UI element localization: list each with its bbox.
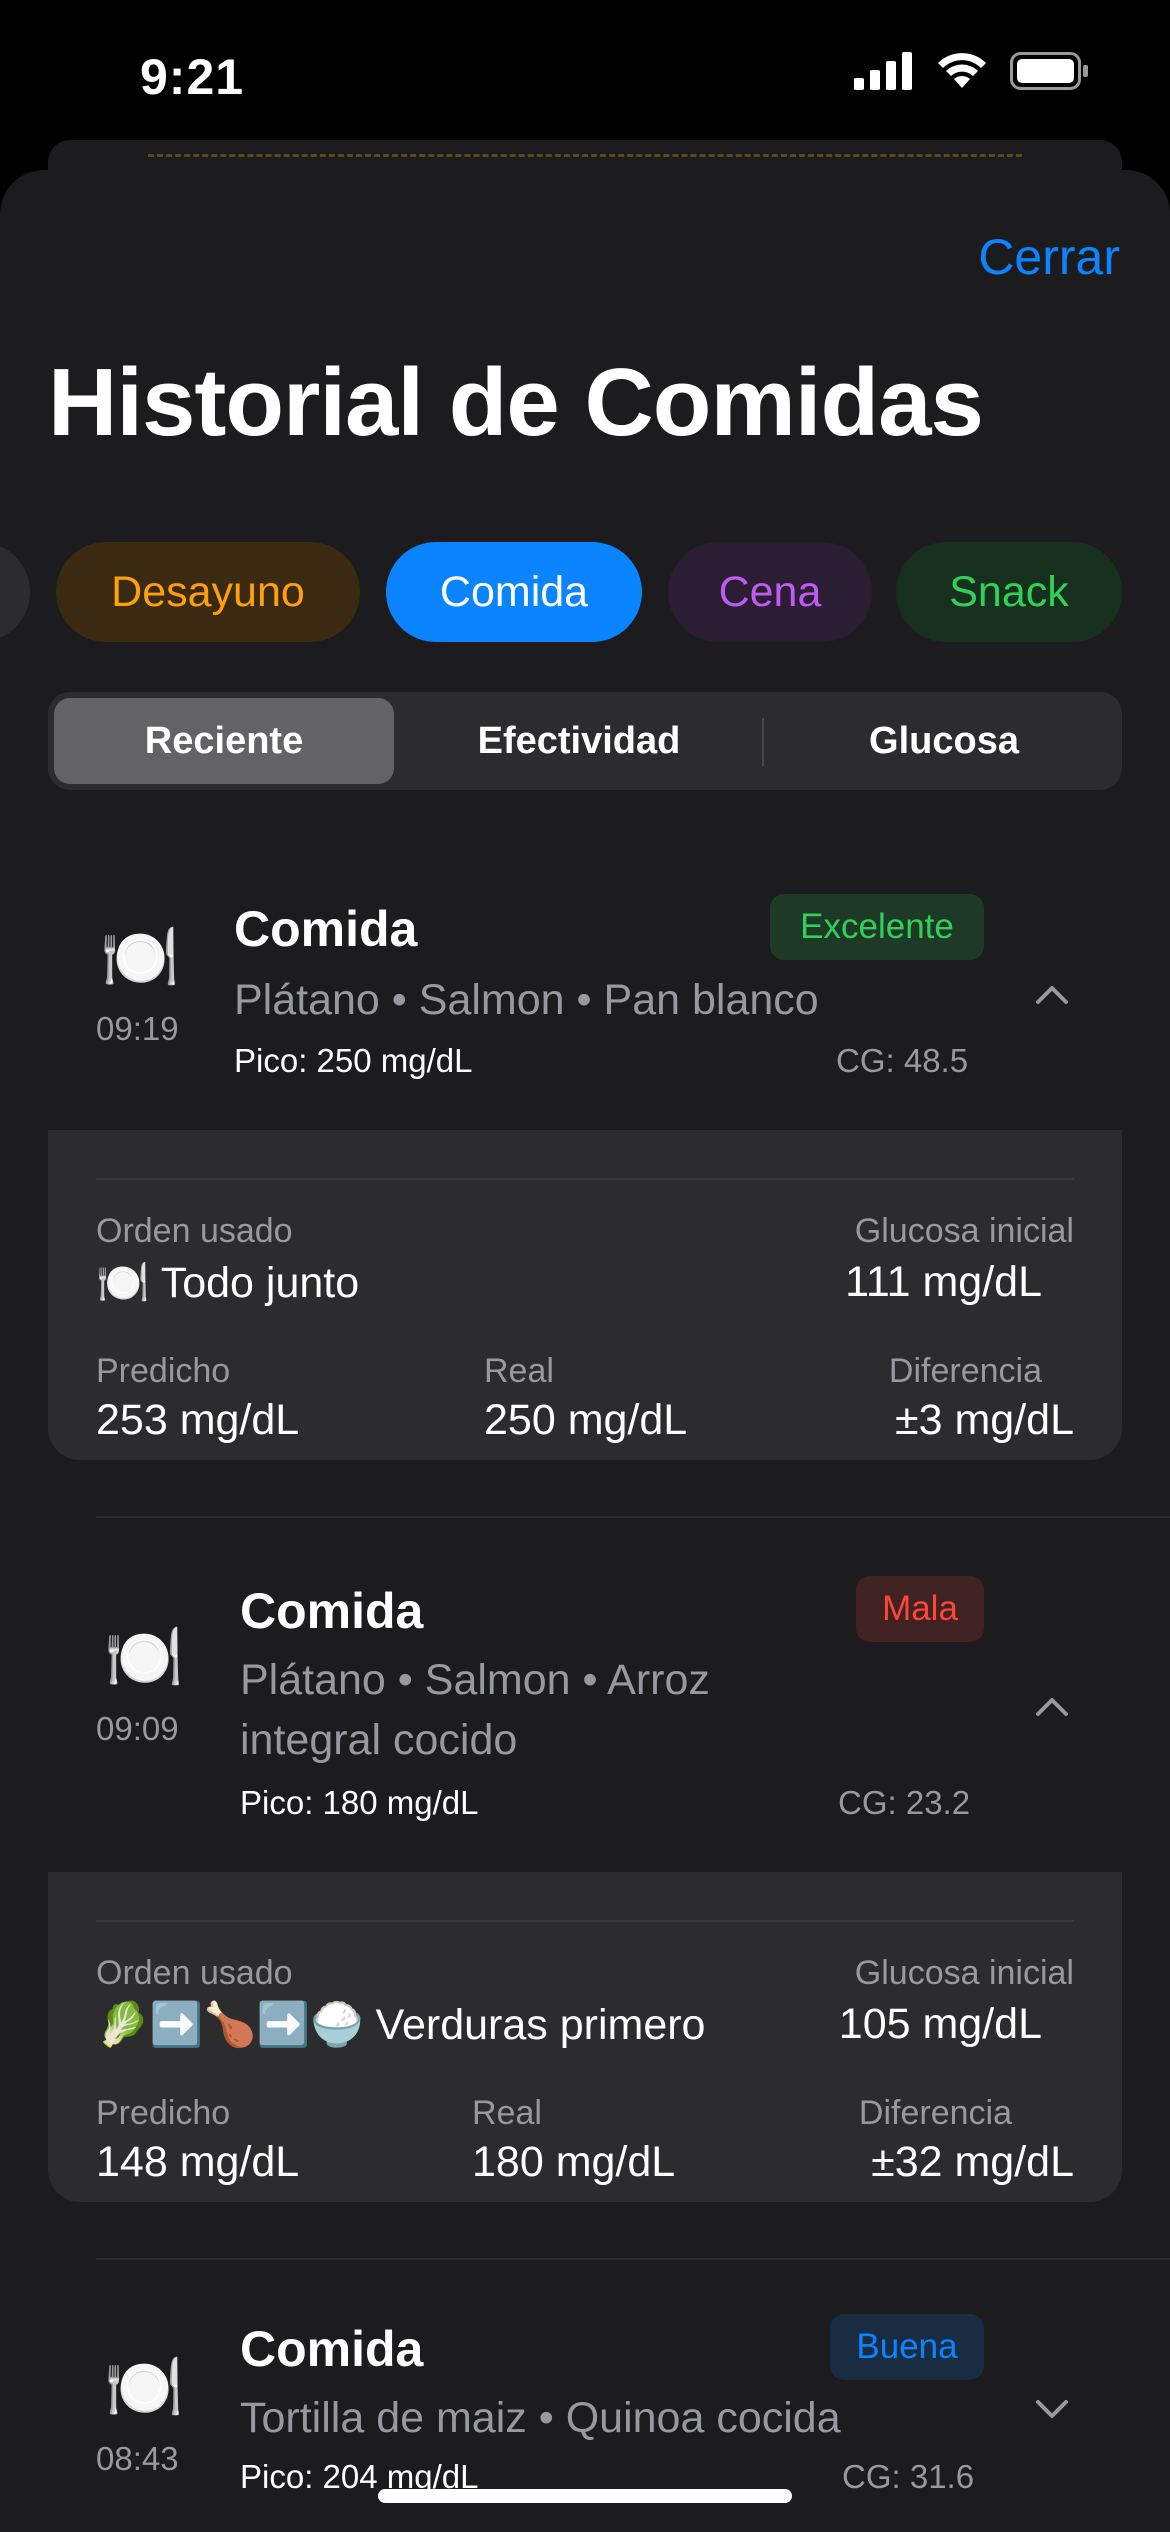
difference-value: ±3 mg/dL — [895, 1396, 1074, 1444]
chevron-up-icon[interactable] — [1032, 974, 1072, 1014]
order-label: Orden usado — [96, 1954, 293, 1992]
predicted-label: Predicho — [96, 2094, 231, 2132]
order-icons: 🥬➡️🍗➡️🍚 — [96, 2001, 364, 2049]
initial-glucose-value: 111 mg/dL — [845, 1258, 1042, 1306]
fork-knife-plate-icon: 🍽️ — [104, 2351, 184, 2423]
meal-row[interactable]: 🍽️ 09:09 Comida Mala Plátano • Salmon • … — [48, 1550, 1122, 1850]
category-pill-partial[interactable] — [0, 542, 30, 642]
real-label: Real — [472, 2094, 542, 2132]
category-pill-snack[interactable]: Snack — [896, 542, 1122, 642]
category-filter-bar: Desayuno Comida Cena Snack — [0, 542, 1170, 646]
divider — [96, 1178, 1074, 1180]
order-value: 🍽️ Todo junto — [96, 1258, 359, 1308]
segment-glucosa[interactable]: Glucosa — [772, 698, 1116, 784]
meal-foods: Plátano • Salmon • Arroz integral cocido — [240, 1650, 710, 1770]
meal-foods-line: integral cocido — [240, 1716, 518, 1764]
predicted-label: Predicho — [96, 1352, 231, 1390]
meal-glycemic-load: CG: 31.6 — [842, 2458, 975, 2495]
predicted-value: 148 mg/dL — [96, 2138, 300, 2186]
meal-peak: Pico: 250 mg/dL — [234, 1042, 473, 1079]
meal-detail-panel: Orden usado 🍽️ Todo junto Glucosa inicia… — [48, 1130, 1122, 1460]
row-divider — [96, 1516, 1170, 1518]
fork-knife-plate-icon: 🍽️ — [100, 921, 180, 993]
meal-glycemic-load: CG: 48.5 — [836, 1042, 969, 1079]
status-time: 9:21 — [140, 49, 245, 105]
difference-value: ±32 mg/dL — [871, 2138, 1074, 2186]
row-divider — [96, 2258, 1170, 2260]
meal-time: 08:43 — [96, 2440, 179, 2477]
category-pill-desayuno[interactable]: Desayuno — [56, 542, 360, 642]
meal-glycemic-load: CG: 23.2 — [838, 1784, 971, 1821]
home-indicator[interactable] — [378, 2489, 792, 2503]
page-title: Historial de Comidas — [48, 349, 984, 456]
meal-foods-line: Plátano • Salmon • Arroz — [240, 1656, 710, 1704]
status-bar: 9:21 — [0, 0, 1170, 150]
segment-efectividad[interactable]: Efectividad — [404, 698, 754, 784]
difference-label: Diferencia — [858, 2094, 1012, 2132]
real-label: Real — [484, 1352, 554, 1390]
meal-history-sheet: Cerrar Historial de Comidas Desayuno Com… — [0, 170, 1170, 2532]
initial-glucose-label: Glucosa inicial — [854, 1954, 1074, 1992]
meal-row[interactable]: 🍽️ 09:19 Comida Excelente Plátano • Salm… — [48, 870, 1122, 1100]
predicted-value: 253 mg/dL — [96, 1396, 300, 1444]
segment-reciente[interactable]: Reciente — [54, 698, 394, 784]
order-value: 🥬➡️🍗➡️🍚 Verduras primero — [96, 2000, 705, 2050]
cellular-signal-icon — [854, 52, 912, 90]
status-badge: Buena — [830, 2314, 984, 2380]
meal-name: Comida — [240, 2321, 424, 2377]
real-value: 180 mg/dL — [472, 2138, 676, 2186]
difference-label: Diferencia — [888, 1352, 1042, 1390]
category-pill-comida[interactable]: Comida — [386, 542, 642, 642]
status-badge: Excelente — [770, 894, 984, 960]
meal-time: 09:19 — [96, 1010, 179, 1047]
meal-foods: Tortilla de maiz • Quinoa cocida — [240, 2394, 841, 2442]
wifi-icon — [938, 53, 986, 88]
divider — [96, 1920, 1074, 1922]
real-value: 250 mg/dL — [484, 1396, 688, 1444]
meal-name: Comida — [240, 1583, 424, 1639]
order-label: Orden usado — [96, 1212, 293, 1250]
battery-icon — [1010, 52, 1088, 90]
order-text: Verduras primero — [375, 2001, 706, 2049]
category-pill-cena[interactable]: Cena — [668, 542, 872, 642]
meal-time: 09:09 — [96, 1710, 179, 1747]
initial-glucose-label: Glucosa inicial — [854, 1212, 1074, 1250]
chevron-down-icon[interactable] — [1032, 2388, 1072, 2428]
meal-detail-panel: Orden usado 🥬➡️🍗➡️🍚 Verduras primero Glu… — [48, 1872, 1122, 2202]
chevron-up-icon[interactable] — [1032, 1686, 1072, 1726]
meal-peak: Pico: 180 mg/dL — [240, 1784, 479, 1821]
segment-divider — [762, 718, 764, 766]
segmented-control: Reciente Efectividad Glucosa — [48, 692, 1122, 790]
status-badge: Mala — [856, 1576, 984, 1642]
close-button[interactable]: Cerrar — [978, 228, 1120, 286]
order-text: Todo junto — [160, 1259, 360, 1307]
initial-glucose-value: 105 mg/dL — [838, 2000, 1042, 2048]
status-icons — [854, 52, 1090, 90]
order-icons: 🍽️ — [96, 1259, 150, 1307]
fork-knife-plate-icon: 🍽️ — [104, 1621, 184, 1693]
meal-foods: Plátano • Salmon • Pan blanco — [234, 976, 819, 1024]
meal-name: Comida — [234, 901, 418, 957]
